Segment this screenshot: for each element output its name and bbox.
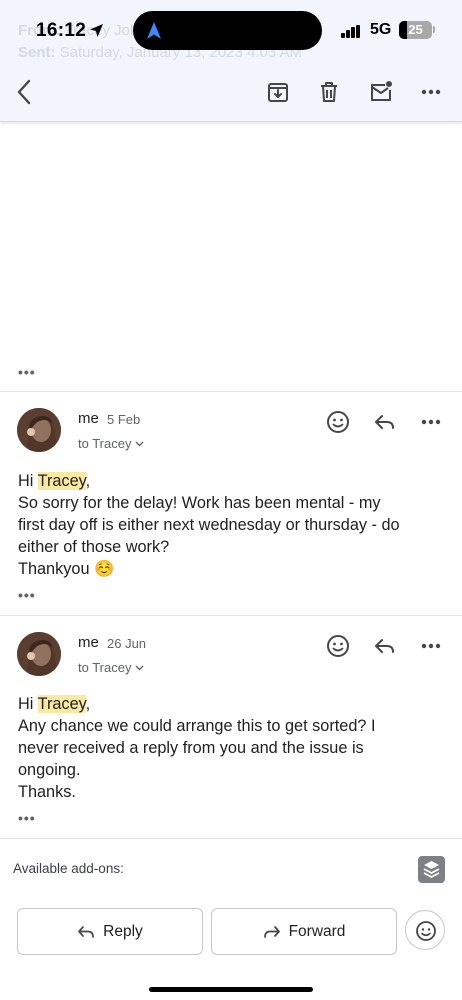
chevron-down-icon [135, 441, 144, 447]
body-line: never received a reply from you and the … [18, 739, 364, 757]
greeting-line: Hi Tracey, [18, 695, 91, 713]
addons-label: Available add-ons: [13, 861, 124, 876]
reply-button-label: Reply [103, 922, 143, 940]
network-type: 5G [370, 21, 392, 38]
highlighted-name: Tracey [37, 472, 86, 490]
message-body: Hi Tracey, Any chance we could arrange t… [18, 693, 448, 803]
more-options-icon[interactable] [418, 79, 444, 105]
divider [0, 615, 462, 616]
show-quoted-text-button[interactable]: ••• [18, 587, 36, 603]
highlighted-name: Tracey [37, 695, 86, 713]
chevron-down-icon [135, 665, 144, 671]
back-icon[interactable] [14, 78, 36, 106]
reply-icon[interactable] [372, 409, 398, 435]
navigation-arrow-icon [147, 22, 161, 39]
emoji-reaction-icon[interactable] [325, 633, 351, 659]
forward-button-label: Forward [288, 922, 346, 940]
emoji-reaction-icon[interactable] [325, 409, 351, 435]
body-line: ongoing. [18, 761, 81, 779]
recipient-details[interactable]: to Tracey [78, 436, 144, 451]
reply-arrow-icon [78, 925, 95, 938]
forward-button[interactable]: Forward [211, 908, 397, 955]
dynamic-island [133, 11, 322, 50]
top-app-bar: From: Tracey Johnson Sent: Saturday, Jan… [0, 0, 462, 122]
battery-icon: 25 [399, 21, 432, 39]
avatar-photo-icon [17, 632, 61, 676]
emoji-icon [416, 921, 436, 941]
greeting-line: Hi Tracey, [18, 472, 91, 490]
show-quoted-text-button[interactable]: ••• [18, 810, 36, 826]
sender-name: me [78, 410, 99, 427]
divider [0, 391, 462, 392]
cellular-signal-icon [341, 25, 361, 38]
home-indicator [149, 987, 313, 992]
forward-arrow-icon [263, 925, 280, 938]
reply-button[interactable]: Reply [17, 908, 203, 955]
message-date: 5 Feb [107, 412, 141, 427]
battery-nub [433, 26, 435, 33]
body-line: Any chance we could arrange this to get … [18, 717, 376, 735]
location-arrow-icon [90, 24, 103, 37]
mark-unread-icon[interactable] [368, 79, 394, 105]
show-trimmed-content-button[interactable]: ••• [18, 364, 36, 380]
status-time: 16:12 [36, 20, 87, 41]
message-more-icon[interactable] [418, 409, 444, 435]
reply-icon[interactable] [372, 633, 398, 659]
body-line: Thankyou ☺️ [18, 560, 115, 578]
message-more-icon[interactable] [418, 633, 444, 659]
emoji-reply-button[interactable] [405, 910, 445, 950]
archive-icon[interactable] [265, 79, 291, 105]
addon-layers-button[interactable] [418, 856, 445, 883]
body-line: first day off is either next wednesday o… [18, 516, 400, 534]
message-date: 26 Jun [107, 636, 147, 651]
avatar[interactable] [17, 408, 61, 452]
avatar-photo-icon [17, 408, 61, 452]
divider [0, 838, 462, 839]
sender-name: me [78, 634, 99, 651]
body-line: either of those work? [18, 538, 170, 556]
body-line: So sorry for the delay! Work has been me… [18, 494, 381, 512]
body-line: Thanks. [18, 783, 76, 801]
recipient-details[interactable]: to Tracey [78, 660, 144, 675]
trash-icon[interactable] [316, 79, 342, 105]
layers-icon [423, 861, 440, 879]
avatar[interactable] [17, 632, 61, 676]
message-body: Hi Tracey, So sorry for the delay! Work … [18, 470, 448, 580]
